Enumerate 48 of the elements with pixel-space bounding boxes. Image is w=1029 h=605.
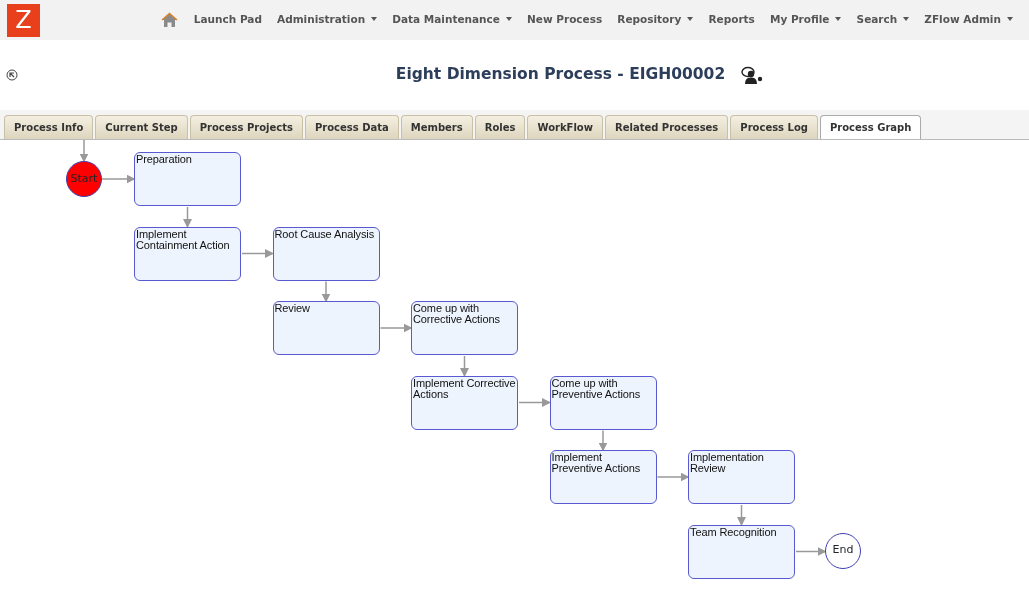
process-step[interactable]: Implementation Review bbox=[688, 450, 795, 504]
process-step[interactable]: Preparation bbox=[134, 152, 241, 206]
process-step[interactable]: Come up with Corrective Actions bbox=[411, 301, 518, 355]
process-tab[interactable]: Process Info bbox=[4, 115, 94, 139]
process-tab[interactable]: WorkFlow bbox=[527, 115, 603, 139]
process-step[interactable]: Implement Preventive Actions bbox=[549, 450, 657, 504]
process-step[interactable]: Team Recognition bbox=[688, 524, 795, 579]
page-title: Eight Dimension Process - EIGH00002 bbox=[395, 64, 726, 86]
process-step[interactable]: Implement Containment Action bbox=[134, 226, 241, 281]
process-step[interactable]: Root Cause Analysis bbox=[272, 226, 380, 281]
process-step[interactable]: Come up with Preventive Actions bbox=[549, 375, 657, 430]
connector-arrow bbox=[183, 206, 192, 228]
connector-arrow bbox=[79, 140, 89, 163]
nav-link[interactable]: Reports bbox=[708, 12, 755, 28]
back-arrow-icon[interactable] bbox=[6, 69, 18, 81]
nav-link[interactable]: Administration bbox=[277, 12, 378, 28]
process-tab[interactable]: Members bbox=[400, 115, 473, 139]
connector-arrow bbox=[321, 280, 331, 303]
nav-link[interactable]: Data Maintenance bbox=[392, 12, 512, 28]
nav-link[interactable]: Search bbox=[856, 12, 910, 28]
connector-arrow bbox=[460, 355, 469, 377]
process-step[interactable]: Implement Corrective Actions bbox=[411, 375, 518, 430]
home-icon[interactable] bbox=[160, 12, 178, 28]
start-node: Start bbox=[66, 161, 102, 197]
process-tab[interactable]: Related Processes bbox=[605, 115, 729, 139]
connector-arrow bbox=[795, 547, 827, 556]
process-tab[interactable]: Process Data bbox=[304, 115, 399, 139]
process-tab[interactable]: Process Log bbox=[730, 115, 818, 139]
process-tab[interactable]: Current Step bbox=[95, 115, 188, 139]
members-icon[interactable] bbox=[741, 66, 764, 84]
process-tab[interactable]: Roles bbox=[474, 115, 526, 139]
connector-arrow bbox=[241, 249, 274, 258]
connector-arrow bbox=[656, 472, 690, 482]
nav-link[interactable]: ZFlow Admin bbox=[924, 12, 1013, 28]
process-tab[interactable]: Process Projects bbox=[189, 115, 303, 139]
nav-link[interactable]: My Profile bbox=[769, 12, 842, 28]
connector-arrow bbox=[379, 323, 413, 333]
logo[interactable]: Z bbox=[7, 3, 40, 37]
nav-link[interactable]: Launch Pad bbox=[193, 12, 262, 28]
connector-arrow bbox=[101, 174, 136, 184]
process-tab[interactable]: Process Graph bbox=[819, 115, 922, 139]
nav-link[interactable]: Repository bbox=[617, 12, 694, 28]
end-node: End bbox=[825, 532, 861, 569]
connector-arrow bbox=[598, 429, 608, 452]
nav-link[interactable]: New Process bbox=[527, 12, 603, 28]
connector-arrow bbox=[737, 504, 746, 526]
process-step[interactable]: Review bbox=[272, 301, 380, 355]
connector-arrow bbox=[518, 398, 551, 407]
